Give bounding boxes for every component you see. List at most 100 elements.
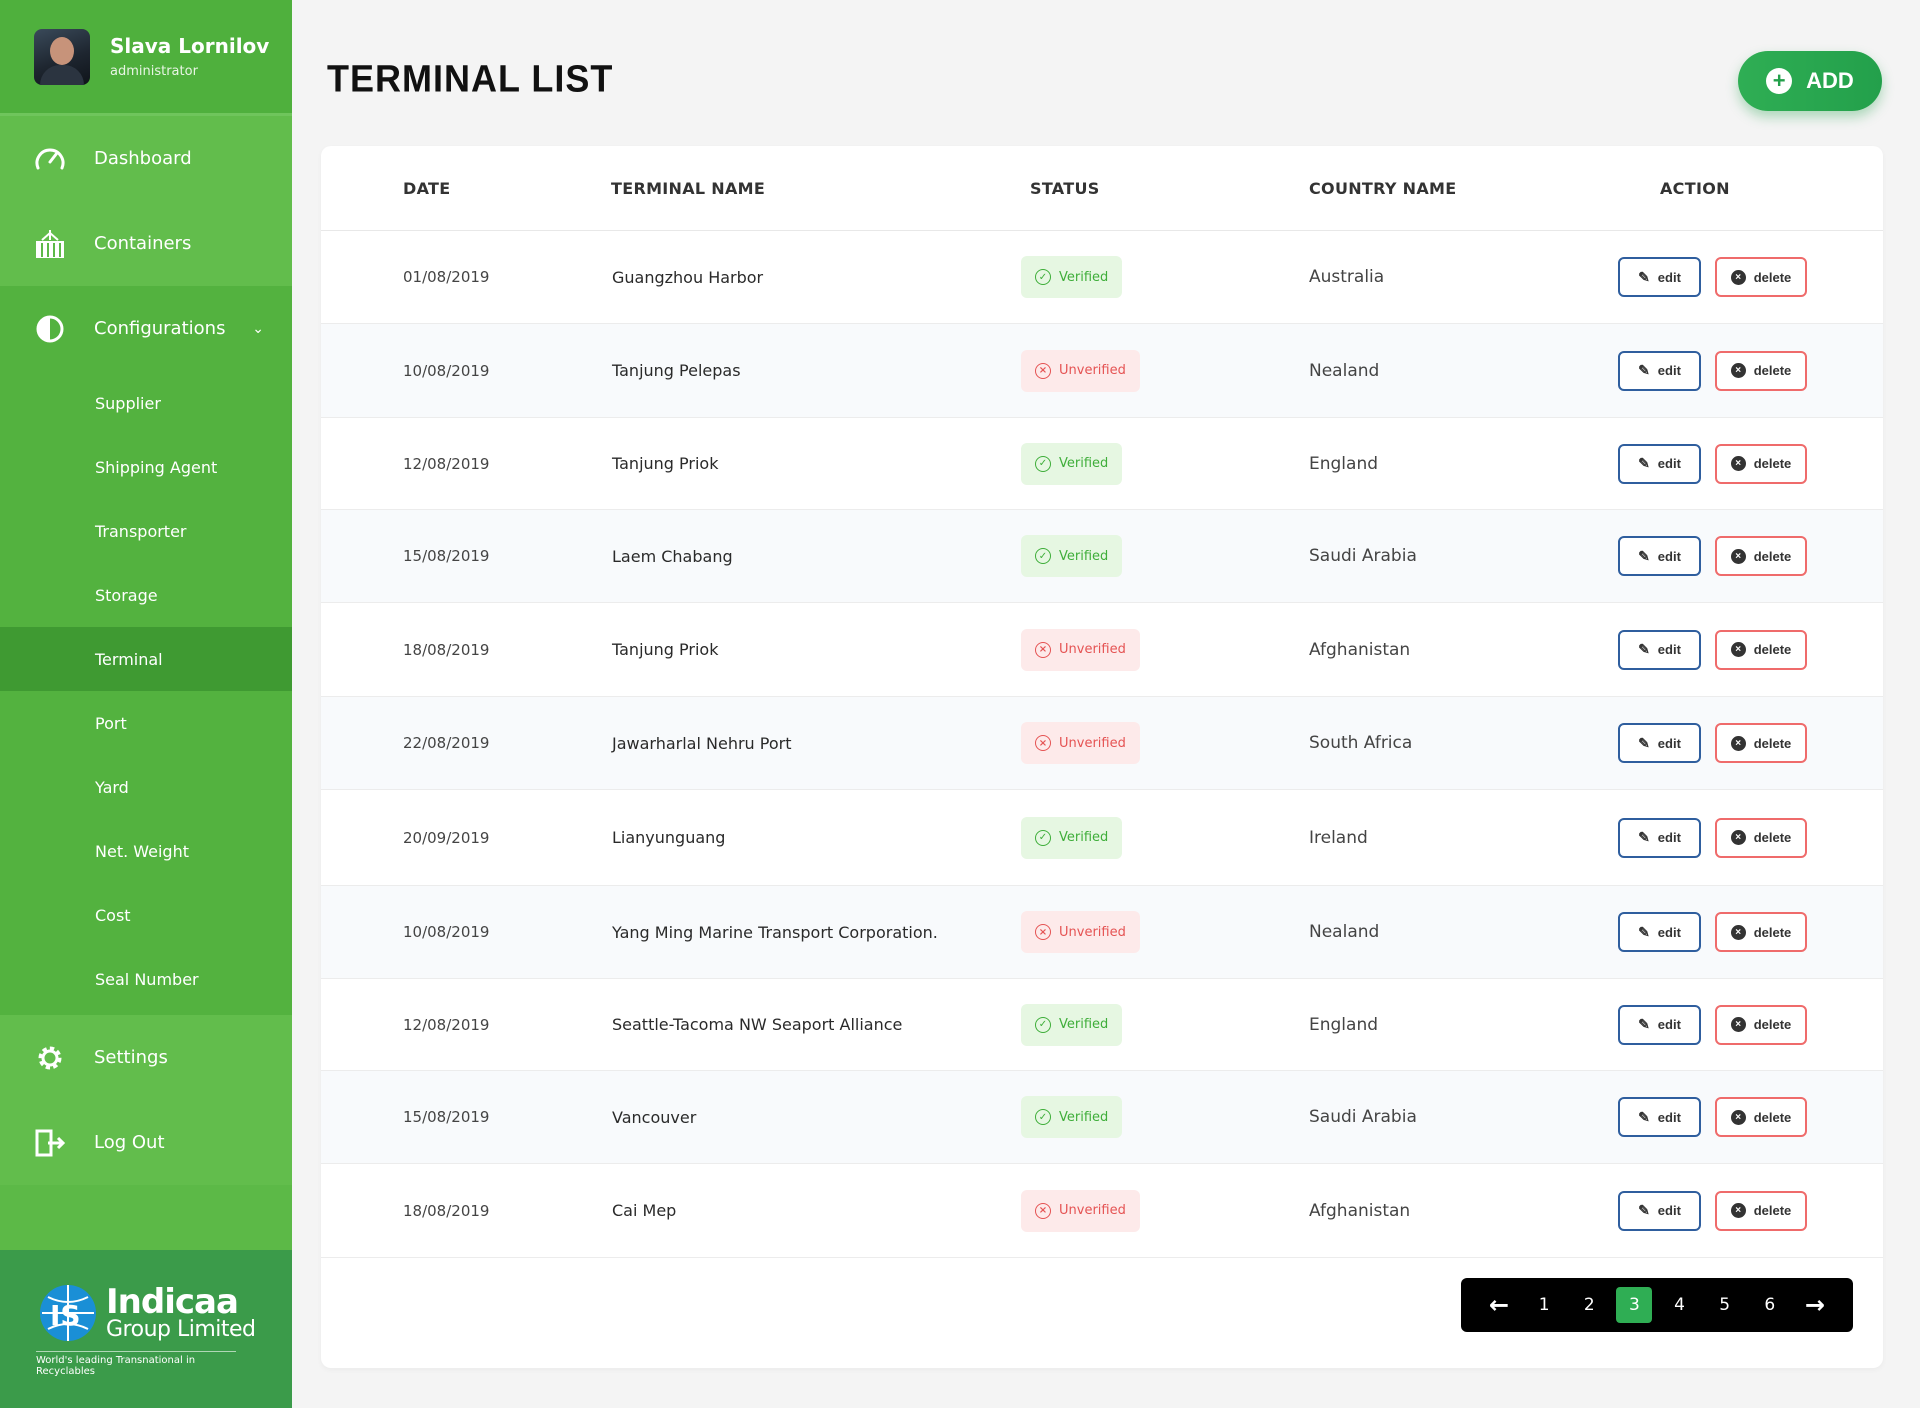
cell-country: Saudi Arabia xyxy=(1309,1107,1417,1127)
status-badge: ✓ Verified xyxy=(1021,535,1123,577)
nav-containers[interactable]: Containers xyxy=(0,201,292,286)
cell-actions: ✎ edit × delete xyxy=(1618,510,1807,602)
cell-actions: ✎ edit × delete xyxy=(1618,790,1807,885)
delete-label: delete xyxy=(1753,269,1792,285)
submenu-item-seal-number[interactable]: Seal Number xyxy=(0,947,292,1011)
pencil-icon: ✎ xyxy=(1638,641,1650,657)
edit-button[interactable]: ✎ edit xyxy=(1618,723,1701,763)
cell-terminal-name: Vancouver xyxy=(612,1107,697,1127)
delete-label: delete xyxy=(1753,642,1792,657)
status-label: Verified xyxy=(1059,1109,1109,1125)
cell-date: 10/08/2019 xyxy=(403,923,490,941)
table-row: 22/08/2019 Jawarharlal Nehru Port × Unverif… xyxy=(321,697,1883,790)
submenu-item-net-weight[interactable]: Net. Weight xyxy=(0,819,292,883)
edit-label: edit xyxy=(1657,924,1681,940)
status-badge: × Unverified xyxy=(1021,911,1140,953)
delete-button[interactable]: × delete xyxy=(1715,1004,1807,1045)
submenu-item-storage[interactable]: Storage xyxy=(0,563,292,627)
edit-button[interactable]: ✎ edit xyxy=(1618,1004,1701,1045)
edit-button[interactable]: ✎ edit xyxy=(1618,629,1701,670)
edit-button[interactable]: ✎ edit xyxy=(1618,536,1701,576)
submenu-item-supplier[interactable]: Supplier xyxy=(0,371,292,435)
cell-status: ✓ Verified xyxy=(1021,510,1123,602)
status-label: Unverified xyxy=(1059,642,1126,657)
page-button[interactable]: 4 xyxy=(1662,1287,1698,1323)
column-header-country[interactable]: COUNTRY NAME xyxy=(1309,146,1456,231)
delete-button[interactable]: × delete xyxy=(1715,629,1807,670)
column-header-terminal[interactable]: TERMINAL NAME xyxy=(611,146,765,231)
cell-country: Australia xyxy=(1309,267,1385,287)
page-button[interactable]: 1 xyxy=(1526,1287,1562,1323)
globe-logo-icon: IS xyxy=(40,1285,96,1341)
nav-logout[interactable]: Log Out xyxy=(0,1100,292,1185)
page-button[interactable]: 5 xyxy=(1707,1287,1743,1323)
column-header-date[interactable]: DATE xyxy=(403,146,450,231)
page-button[interactable]: 6 xyxy=(1752,1287,1788,1323)
page-button-current[interactable]: 3 xyxy=(1616,1287,1653,1323)
delete-label: delete xyxy=(1753,924,1792,940)
arrow-right-icon[interactable]: → xyxy=(1797,1287,1833,1323)
avatar[interactable] xyxy=(34,28,90,85)
shield-x-icon: × xyxy=(1035,362,1051,379)
submenu-item-terminal[interactable]: Terminal xyxy=(0,627,292,691)
edit-button[interactable]: ✎ edit xyxy=(1618,912,1701,952)
delete-button[interactable]: × delete xyxy=(1715,1190,1807,1231)
cell-country: England xyxy=(1309,1014,1379,1035)
close-circle-icon: × xyxy=(1730,1203,1746,1218)
submenu-item-yard[interactable]: Yard xyxy=(0,755,292,819)
status-label: Unverified xyxy=(1059,735,1126,751)
pencil-icon: ✎ xyxy=(1638,1016,1650,1032)
edit-button[interactable]: ✎ edit xyxy=(1618,443,1701,484)
gear-icon xyxy=(34,1042,66,1074)
nav-configurations[interactable]: Configurations ⌄ xyxy=(0,286,292,371)
status-badge: ✓ Verified xyxy=(1021,1003,1123,1046)
cell-date: 22/08/2019 xyxy=(403,734,490,752)
edit-button[interactable]: ✎ edit xyxy=(1618,257,1701,297)
delete-button[interactable]: × delete xyxy=(1715,536,1807,576)
pagination: ← 1 2 3 4 5 6 → xyxy=(1461,1278,1853,1332)
cell-terminal-name: Tanjung Priok xyxy=(612,640,719,659)
pencil-icon: ✎ xyxy=(1638,268,1650,285)
status-badge: ✓ Verified xyxy=(1021,816,1123,859)
delete-button[interactable]: × delete xyxy=(1715,723,1807,763)
company-logo: IS Indicaa Group Limited World's leading… xyxy=(0,1250,292,1408)
pencil-icon: ✎ xyxy=(1638,1202,1650,1218)
add-button[interactable]: + ADD xyxy=(1738,51,1882,111)
submenu-item-port[interactable]: Port xyxy=(0,691,292,755)
cell-country: England xyxy=(1309,453,1379,474)
logo-title: Indicaa xyxy=(106,1282,239,1322)
status-badge: × Unverified xyxy=(1021,628,1140,671)
cell-terminal-name: Seattle-Tacoma NW Seaport Alliance xyxy=(612,1015,903,1034)
status-label: Unverified xyxy=(1059,363,1126,378)
sidebar: Slava Lornilov administrator Dashboard C… xyxy=(0,0,292,1408)
submenu-item-transporter[interactable]: Transporter xyxy=(0,499,292,563)
nav-settings[interactable]: Settings xyxy=(0,1015,292,1100)
submenu-item-shipping-agent[interactable]: Shipping Agent xyxy=(0,435,292,499)
delete-button[interactable]: × delete xyxy=(1715,350,1807,391)
close-circle-icon: × xyxy=(1730,735,1746,751)
cell-terminal-name: Yang Ming Marine Transport Corporation. xyxy=(612,922,938,942)
edit-button[interactable]: ✎ edit xyxy=(1618,350,1701,391)
plus-icon: + xyxy=(1766,68,1793,94)
edit-button[interactable]: ✎ edit xyxy=(1618,1190,1701,1231)
cell-actions: ✎ edit × delete xyxy=(1618,1164,1807,1257)
cell-status: ✓ Verified xyxy=(1021,979,1123,1070)
edit-label: edit xyxy=(1657,642,1681,657)
delete-button[interactable]: × delete xyxy=(1715,443,1807,484)
submenu-item-cost[interactable]: Cost xyxy=(0,883,292,947)
edit-button[interactable]: ✎ edit xyxy=(1618,817,1701,858)
column-header-status[interactable]: STATUS xyxy=(1030,146,1100,231)
status-badge: ✓ Verified xyxy=(1021,442,1123,485)
delete-button[interactable]: × delete xyxy=(1715,817,1807,858)
delete-button[interactable]: × delete xyxy=(1715,1097,1807,1137)
pencil-icon: ✎ xyxy=(1638,455,1650,471)
delete-button[interactable]: × delete xyxy=(1715,257,1807,297)
status-label: Verified xyxy=(1059,456,1109,471)
nav-dashboard[interactable]: Dashboard xyxy=(0,116,292,201)
logo-subtitle: Group Limited xyxy=(106,1317,256,1342)
edit-button[interactable]: ✎ edit xyxy=(1618,1097,1701,1137)
delete-label: delete xyxy=(1753,456,1792,471)
arrow-left-icon[interactable]: ← xyxy=(1481,1287,1517,1323)
page-button[interactable]: 2 xyxy=(1571,1287,1607,1323)
delete-button[interactable]: × delete xyxy=(1715,912,1807,952)
